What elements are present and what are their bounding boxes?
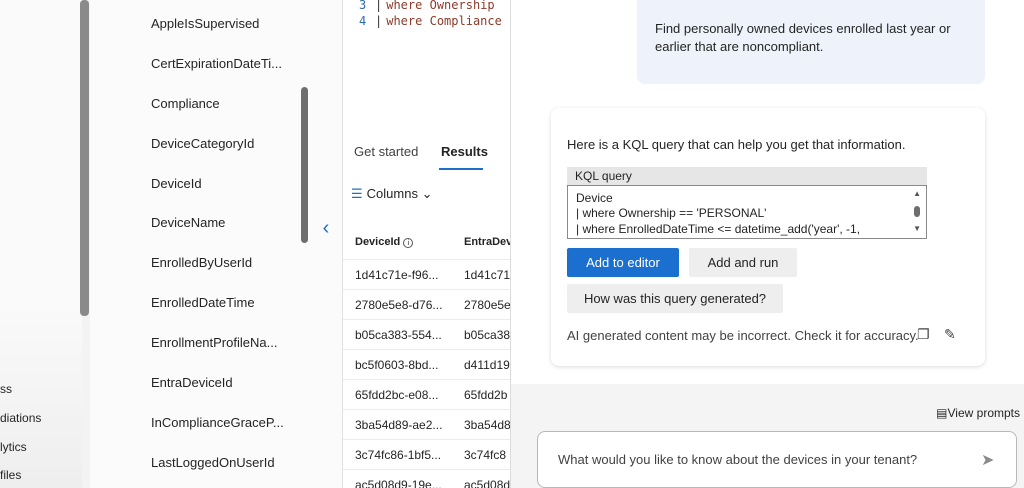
tab-get-started[interactable]: Get started (354, 144, 418, 159)
kql-line: | where Ownership == 'PERSONAL' (576, 206, 767, 220)
code-keyword: where (386, 14, 423, 28)
info-icon[interactable]: i (403, 238, 414, 248)
scroll-up-icon[interactable]: ▲ (913, 189, 921, 198)
kql-query-label: KQL query (567, 167, 927, 185)
schema-field[interactable]: DeviceName (151, 215, 225, 230)
schema-field[interactable]: CertExpirationDateTi... (151, 56, 282, 71)
code-text: Ownership (429, 0, 495, 12)
kql-query-box[interactable]: Device | where Ownership == 'PERSONAL' |… (567, 185, 927, 239)
schema-panel: AppleIsSupervised CertExpirationDateTi..… (90, 0, 342, 488)
left-nav-item[interactable]: diations (0, 411, 41, 425)
view-prompts-link[interactable]: ▤View prompts (936, 406, 1020, 420)
user-message: Find personally owned devices enrolled l… (637, 0, 985, 84)
prompt-input[interactable] (537, 431, 1017, 488)
schema-field[interactable]: InComplianceGraceP... (151, 415, 284, 430)
table-cell: 3c74fc86-1bf5... (355, 448, 442, 462)
table-row[interactable]: b05ca383-554... b05ca38 (343, 319, 511, 349)
schema-field[interactable]: DeviceId (151, 176, 202, 191)
schema-field[interactable]: AppleIsSupervised (151, 16, 259, 31)
table-cell: 2780e5e8-d76... (355, 298, 443, 312)
code-text: Compliance (429, 14, 502, 28)
left-nav-item[interactable]: lytics (0, 440, 27, 454)
table-cell: ac5d08d9-19e... (355, 478, 442, 488)
feedback-icon[interactable]: ✎ (944, 326, 956, 343)
add-to-editor-button[interactable]: Add to editor (567, 248, 679, 277)
table-row[interactable]: bc5f0603-8bd... d411d19 (343, 349, 511, 379)
schema-scrollbar[interactable] (301, 87, 308, 243)
ai-intro-text: Here is a KQL query that can help you ge… (567, 137, 906, 152)
schema-field[interactable]: EnrolledDateTime (151, 295, 255, 310)
schema-field[interactable]: DeviceCategoryId (151, 136, 254, 151)
code-line: 3 | where Ownership (359, 0, 495, 12)
table-cell: bc5f0603-8bd... (355, 358, 439, 372)
table-cell: 3ba54d8 (464, 418, 510, 432)
schema-field[interactable]: Compliance (151, 96, 220, 111)
table-cell: 3ba54d89-ae2... (355, 418, 443, 432)
schema-field[interactable]: EntraDeviceId (151, 375, 233, 390)
schema-field[interactable]: EnrolledByUserId (151, 255, 252, 270)
kql-line: Device (576, 191, 613, 205)
table-cell: ac5d08d (464, 478, 510, 488)
schema-field[interactable]: EnrollmentProfileNa... (151, 335, 277, 350)
ai-response-card: Here is a KQL query that can help you ge… (551, 108, 985, 366)
ai-disclaimer: AI generated content may be incorrect. C… (567, 328, 919, 343)
copy-icon[interactable]: ❐ (917, 326, 930, 343)
table-row[interactable]: 2780e5e8-d76... 2780e5e (343, 289, 511, 319)
line-number: 3 (359, 0, 367, 12)
table-cell: 65fdd2b (464, 388, 508, 402)
table-row[interactable]: 1d41c71e-f96... 1d41c71 (343, 259, 511, 289)
results-panel: Get started Results ☰ Columns ⌄ DeviceId i… (342, 126, 512, 488)
table-row[interactable]: 3c74fc86-1bf5... 3c74fc8 (343, 439, 511, 469)
chevron-down-icon: ⌄ (421, 186, 433, 201)
left-nav-scrollbar[interactable] (80, 0, 89, 316)
table-cell: b05ca383-554... (355, 328, 442, 342)
columns-button[interactable]: ☰ Columns ⌄ (351, 186, 432, 202)
table-row[interactable]: 3ba54d89-ae2... 3ba54d8 (343, 409, 511, 439)
column-header-entradev[interactable]: EntraDev (464, 236, 512, 248)
kql-scrollbar[interactable] (914, 206, 920, 217)
table-cell: 2780e5e (464, 298, 510, 312)
table-cell: b05ca38 (464, 328, 510, 342)
table-cell: 3c74fc8 (464, 448, 507, 462)
how-generated-button[interactable]: How was this query generated? (567, 284, 783, 313)
column-header-label: DeviceId (355, 236, 401, 248)
column-header-deviceid[interactable]: DeviceId i (355, 236, 414, 248)
left-nav-item[interactable]: ss (0, 382, 12, 396)
query-editor[interactable]: 3 | where Ownership 4 | where Compliance (342, 0, 510, 126)
table-cell: 1d41c71e-f96... (355, 268, 439, 282)
code-keyword: where (386, 0, 423, 12)
copilot-panel: Find personally owned devices enrolled l… (510, 0, 1024, 488)
view-prompts-label: View prompts (947, 406, 1020, 420)
prompts-icon: ▤ (936, 406, 948, 420)
left-nav-item[interactable]: files (0, 468, 21, 482)
table-row[interactable]: ac5d08d9-19e... ac5d08d (343, 469, 511, 488)
table-cell: 65fdd2bc-e08... (355, 388, 439, 402)
table-row[interactable]: 65fdd2bc-e08... 65fdd2b (343, 379, 511, 409)
add-and-run-button[interactable]: Add and run (689, 248, 797, 277)
scroll-down-icon[interactable]: ▼ (913, 224, 921, 233)
code-line: 4 | where Compliance (359, 14, 502, 28)
kql-line: | where EnrolledDateTime <= datetime_add… (576, 222, 861, 236)
columns-label: Columns (366, 186, 418, 201)
table-cell: d411d19 (464, 358, 510, 372)
collapse-chevron-left-icon[interactable]: ‹ (318, 216, 334, 240)
tab-active-indicator (439, 168, 483, 170)
left-nav: ss diations lytics files (0, 0, 82, 488)
columns-icon: ☰ (351, 186, 363, 201)
schema-field[interactable]: LastLoggedOnUserId (151, 455, 275, 470)
send-icon[interactable]: ➤ (981, 450, 994, 470)
line-number: 4 (359, 14, 367, 28)
tab-results[interactable]: Results (441, 144, 488, 159)
table-cell: 1d41c71 (464, 268, 510, 282)
